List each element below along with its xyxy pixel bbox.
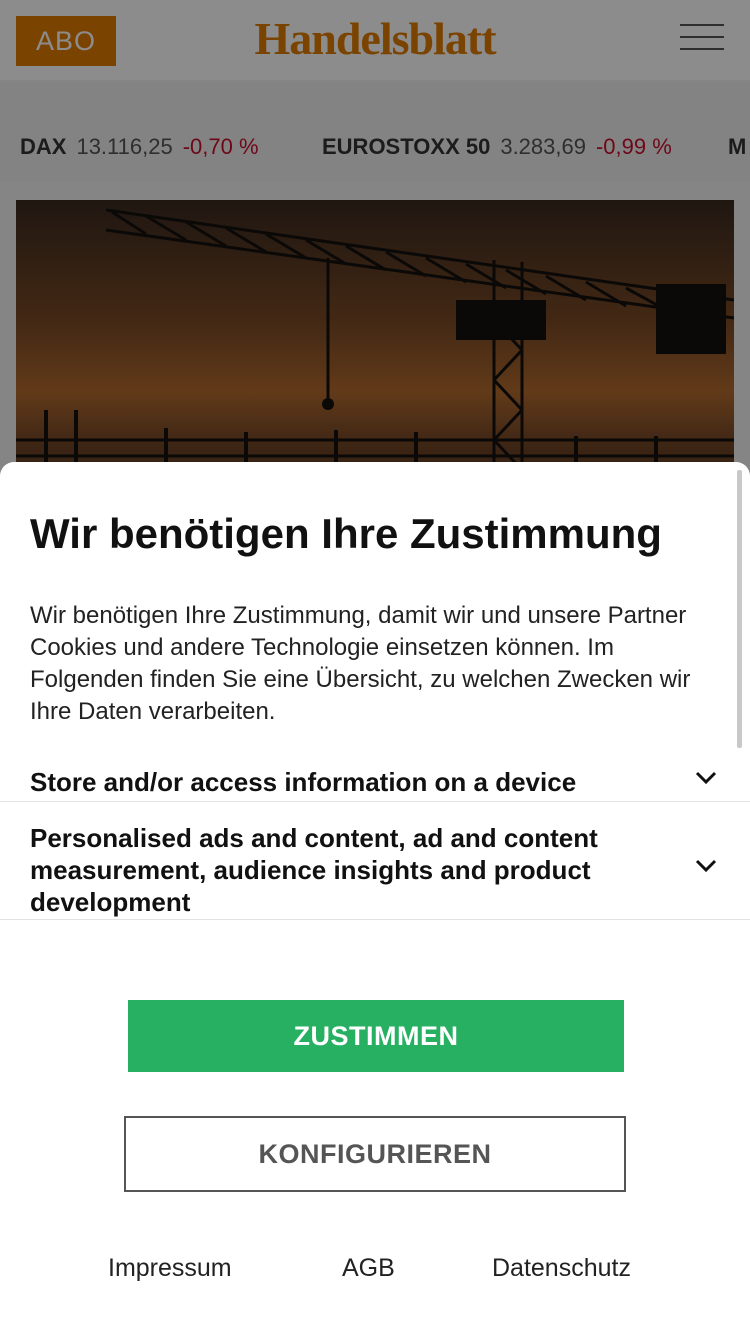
chevron-down-icon[interactable] [692,852,720,880]
purpose-store-access[interactable]: Store and/or access information on a dev… [0,758,750,802]
consent-dialog: Wir benötigen Ihre Zustimmung Wir benöti… [0,462,750,1334]
purpose-personalised-ads[interactable]: Personalised ads and content, ad and con… [0,802,750,920]
purpose-label: Personalised ads and content, ad and con… [30,823,598,917]
consent-title: Wir benötigen Ihre Zustimmung [30,510,662,557]
purpose-label: Store and/or access information on a dev… [30,767,577,797]
chevron-down-icon[interactable] [692,764,720,792]
consent-intro-text: Wir benötigen Ihre Zustimmung, damit wir… [30,602,691,725]
agb-link[interactable]: AGB [342,1254,395,1283]
dialog-scrollbar[interactable] [737,470,742,748]
datenschutz-link[interactable]: Datenschutz [492,1254,631,1283]
agree-button[interactable]: ZUSTIMMEN [128,1000,624,1072]
configure-button[interactable]: KONFIGURIEREN [124,1116,626,1192]
impressum-link[interactable]: Impressum [108,1254,232,1283]
